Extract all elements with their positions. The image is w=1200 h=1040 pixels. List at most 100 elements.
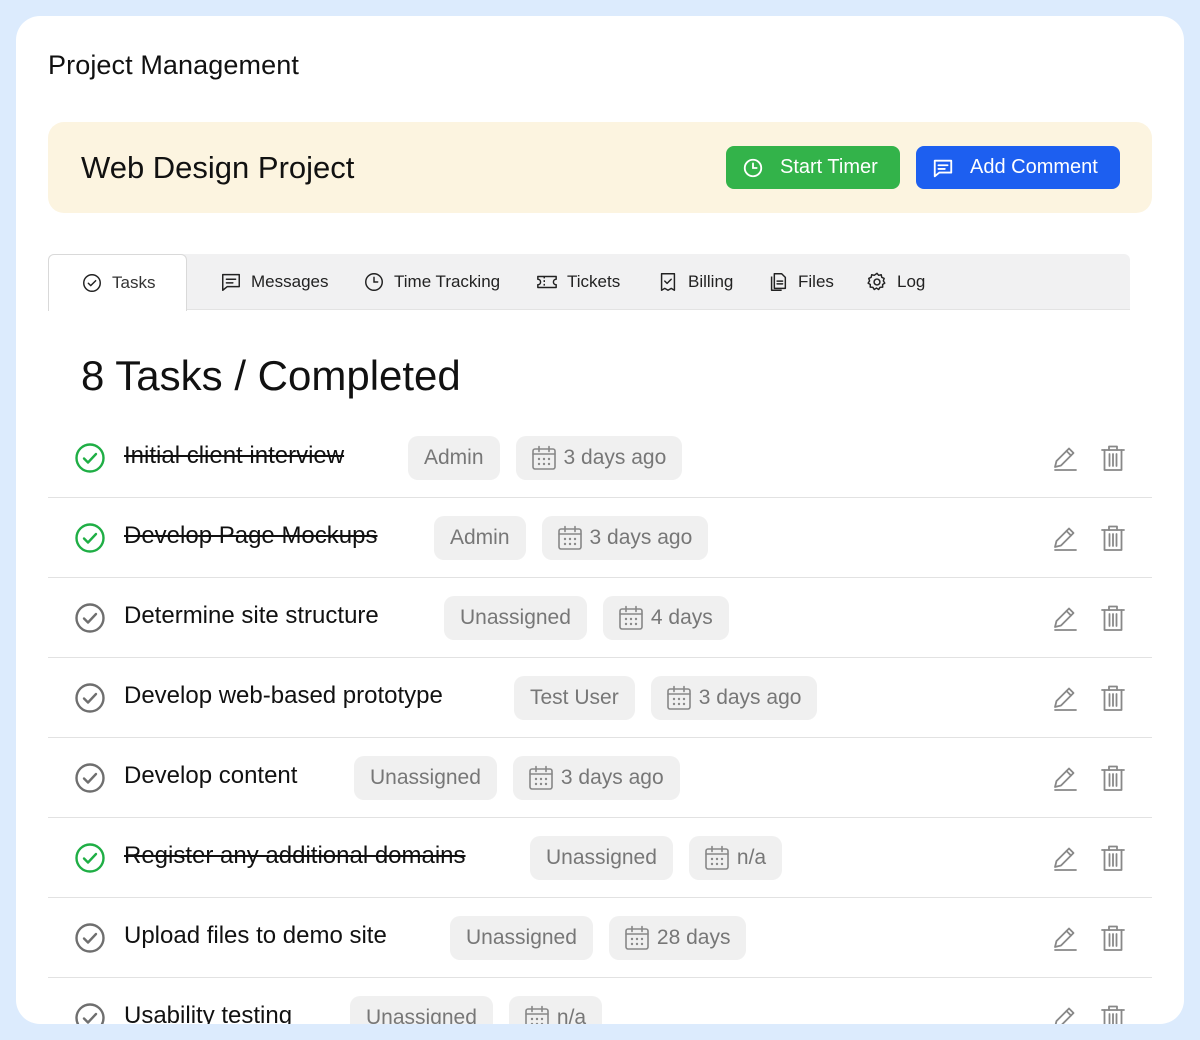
- tab-bar: Tasks Messages Time Tracking Tickets Bil…: [48, 254, 1130, 311]
- task-incomplete-check-icon[interactable]: [74, 922, 106, 954]
- task-meta: Admin 3 days ago: [408, 436, 683, 480]
- due-date-text: 4 days: [650, 606, 713, 629]
- task-name: Register any additional domains: [124, 842, 466, 869]
- task-name: Upload files to demo site: [124, 922, 387, 949]
- tab-label: Time Tracking: [394, 272, 501, 291]
- task-name: Initial client interview: [124, 442, 345, 469]
- task-row[interactable]: Develop Page Mockups Admin 3 days ago: [48, 498, 1152, 578]
- task-name: Develop web-based prototype: [124, 682, 443, 709]
- due-date-text: 28 days: [656, 926, 731, 949]
- assignee-badge[interactable]: Unassigned: [444, 596, 587, 640]
- due-date-badge[interactable]: 3 days ago: [512, 756, 680, 800]
- task-complete-check-icon[interactable]: [74, 842, 106, 874]
- assignee-badge[interactable]: Unassigned: [450, 916, 593, 960]
- task-meta: Unassigned 3 days ago: [354, 756, 680, 800]
- task-complete-check-icon[interactable]: [74, 442, 106, 474]
- task-meta: Unassigned n/a: [350, 996, 603, 1024]
- calendar-icon: [525, 1005, 549, 1024]
- assignee-badge[interactable]: Test User: [514, 676, 635, 720]
- tab-tickets[interactable]: Tickets: [536, 254, 620, 310]
- file-icon: [770, 273, 787, 291]
- due-date-text: 3 days ago: [560, 766, 664, 789]
- due-date-badge[interactable]: n/a: [508, 996, 603, 1024]
- main-card: Project Management Web Design Project St…: [16, 16, 1184, 1024]
- edit-icon[interactable]: [1050, 763, 1080, 793]
- ticket-icon: [537, 275, 557, 289]
- tab-files[interactable]: Files: [767, 254, 834, 310]
- clock-icon: [743, 158, 763, 177]
- task-row[interactable]: Register any additional domains Unassigne…: [48, 818, 1152, 898]
- edit-icon[interactable]: [1050, 1003, 1080, 1024]
- task-row[interactable]: Develop content Unassigned 3 days ago: [48, 738, 1152, 818]
- due-date-text: 3 days ago: [589, 526, 693, 549]
- task-count: 8 Tasks: [81, 352, 223, 399]
- task-row[interactable]: Usability testing Unassigned n/a: [48, 978, 1152, 1024]
- assignee-badge[interactable]: Admin: [408, 436, 500, 480]
- due-date-badge[interactable]: 3 days ago: [515, 436, 683, 480]
- assignee-badge[interactable]: Unassigned: [354, 756, 497, 800]
- calendar-icon: [557, 525, 582, 550]
- trash-icon[interactable]: [1098, 683, 1128, 713]
- due-date-text: n/a: [736, 846, 767, 869]
- task-incomplete-check-icon[interactable]: [74, 602, 106, 634]
- trash-icon[interactable]: [1098, 843, 1128, 873]
- edit-icon[interactable]: [1050, 923, 1080, 953]
- message-icon: [222, 273, 240, 291]
- task-row[interactable]: Develop web-based prototype Test User 3 da…: [48, 658, 1152, 738]
- due-date-badge[interactable]: 28 days: [608, 916, 747, 960]
- heading-separator: /: [234, 352, 246, 399]
- start-timer-button[interactable]: Start Timer: [726, 146, 900, 189]
- receipt-icon: [660, 273, 676, 291]
- task-meta: Unassigned 28 days: [450, 916, 747, 960]
- tab-label: Messages: [251, 272, 329, 291]
- task-row[interactable]: Upload files to demo site Unassigned 28 da…: [48, 898, 1152, 978]
- calendar-icon: [619, 605, 643, 630]
- trash-icon[interactable]: [1098, 923, 1128, 953]
- task-incomplete-check-icon[interactable]: [74, 762, 106, 794]
- tab-label: Billing: [688, 272, 734, 291]
- tab-label: Tickets: [567, 272, 621, 291]
- tab-time-tracking[interactable]: Time Tracking: [363, 254, 500, 310]
- trash-icon[interactable]: [1098, 603, 1128, 633]
- due-date-badge[interactable]: 3 days ago: [541, 516, 709, 560]
- trash-icon[interactable]: [1098, 443, 1128, 473]
- task-row[interactable]: Initial client interview Admin 3 days ago: [48, 418, 1152, 498]
- tab-label: Tasks: [112, 273, 156, 292]
- tasks-heading: 8 Tasks / Completed: [81, 352, 461, 400]
- task-meta: Unassigned 4 days: [444, 596, 729, 640]
- edit-icon[interactable]: [1050, 523, 1080, 553]
- assignee-badge[interactable]: Unassigned: [530, 836, 673, 880]
- task-meta: Unassigned n/a: [530, 836, 783, 880]
- tab-label: Log: [897, 272, 926, 291]
- assignee-badge[interactable]: Unassigned: [350, 996, 493, 1024]
- task-incomplete-check-icon[interactable]: [74, 1002, 106, 1024]
- trash-icon[interactable]: [1098, 763, 1128, 793]
- edit-icon[interactable]: [1050, 603, 1080, 633]
- trash-icon[interactable]: [1098, 523, 1128, 553]
- add-comment-button[interactable]: Add Comment: [916, 146, 1120, 189]
- task-name: Develop content: [124, 762, 298, 789]
- due-date-badge[interactable]: 4 days: [602, 596, 729, 640]
- add-comment-label: Add Comment: [970, 156, 1098, 178]
- trash-icon[interactable]: [1098, 1003, 1128, 1024]
- due-date-badge[interactable]: 3 days ago: [650, 676, 818, 720]
- calendar-icon: [529, 765, 553, 790]
- clock-icon: [365, 273, 383, 291]
- task-row[interactable]: Determine site structure Unassigned 4 days: [48, 578, 1152, 658]
- tab-log[interactable]: Log: [866, 254, 925, 310]
- task-meta: Test User 3 days ago: [514, 676, 818, 720]
- due-date-text: 3 days ago: [698, 686, 802, 709]
- edit-icon[interactable]: [1050, 843, 1080, 873]
- gear-icon: [867, 272, 886, 291]
- tab-tasks[interactable]: Tasks: [48, 254, 187, 311]
- assignee-badge[interactable]: Admin: [434, 516, 526, 560]
- edit-icon[interactable]: [1050, 443, 1080, 473]
- task-incomplete-check-icon[interactable]: [74, 682, 106, 714]
- edit-icon[interactable]: [1050, 683, 1080, 713]
- tab-messages[interactable]: Messages: [220, 254, 328, 310]
- due-date-badge[interactable]: n/a: [688, 836, 783, 880]
- task-complete-check-icon[interactable]: [74, 522, 106, 554]
- start-timer-label: Start Timer: [780, 156, 878, 178]
- project-title: Web Design Project: [81, 150, 355, 185]
- tab-billing[interactable]: Billing: [657, 254, 733, 310]
